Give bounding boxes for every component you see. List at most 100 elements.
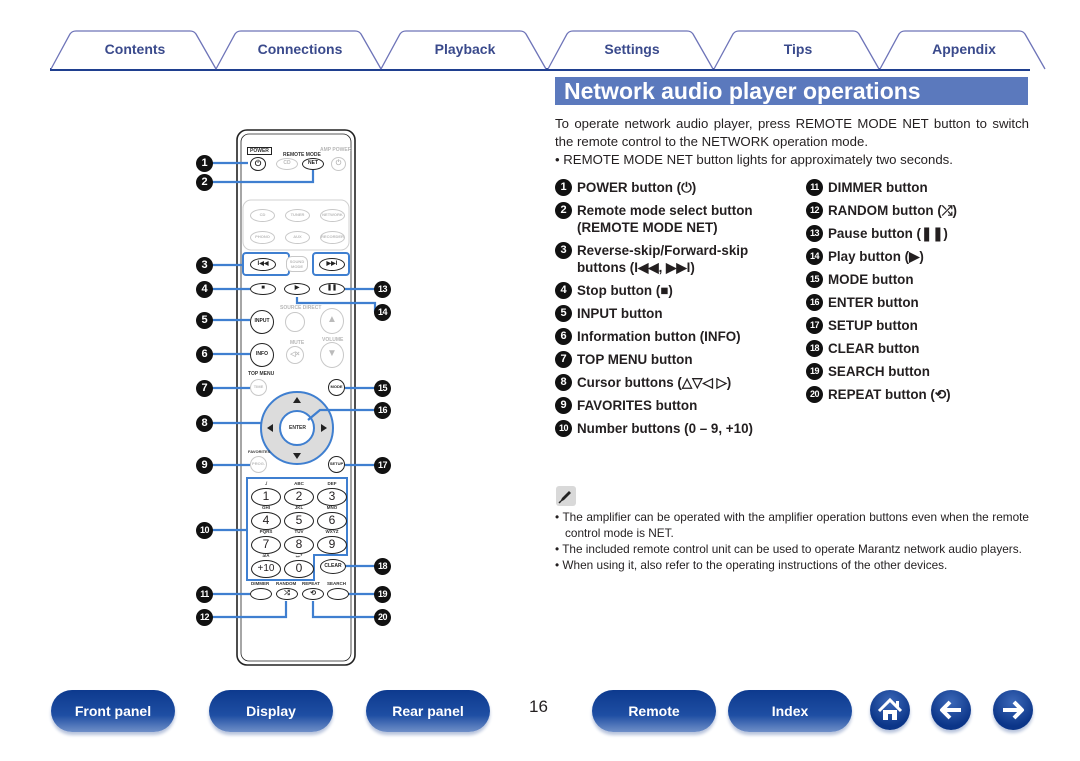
list-item: 20 REPEAT button (⟲): [806, 386, 1031, 403]
note-item: • The included remote control unit can b…: [555, 542, 1022, 556]
forward-button[interactable]: [993, 690, 1033, 730]
number-key[interactable]: 1: [251, 488, 281, 506]
dimmer-label: DIMMER: [251, 581, 270, 586]
volume-up-button[interactable]: ▲: [320, 308, 344, 334]
callout-badge: 16: [374, 402, 391, 419]
amp-power-button[interactable]: ⏻: [331, 157, 346, 171]
mode-button[interactable]: MODE: [328, 379, 345, 396]
callout-badge: 18: [374, 558, 391, 575]
number-key[interactable]: +10: [251, 560, 281, 578]
callout-badge: 2: [196, 174, 213, 191]
intro-text: To operate network audio player, press R…: [555, 115, 1029, 169]
amp-power-label: AMP POWER: [320, 147, 352, 153]
sound-mode-button[interactable]: SOUND MODE: [286, 256, 308, 272]
number-key[interactable]: 0: [284, 560, 314, 578]
number-key[interactable]: 5: [284, 512, 314, 530]
number-key[interactable]: 8: [284, 536, 314, 554]
tab-tips[interactable]: Tips: [713, 30, 883, 70]
volume-down-button[interactable]: ▼: [320, 342, 344, 368]
nav-button-remote[interactable]: Remote: [592, 690, 716, 732]
item-text: Information button (INFO): [577, 329, 741, 344]
top-menu-button[interactable]: TIME: [250, 379, 267, 396]
random-button[interactable]: ⤮: [276, 588, 298, 600]
item-number-badge: 16: [806, 294, 823, 311]
clear-button[interactable]: CLEAR: [320, 559, 346, 574]
callout-badge: 12: [196, 609, 213, 626]
remote-power-label: POWER: [247, 147, 272, 155]
item-number-badge: 12: [806, 202, 823, 219]
top-menu-label: TOP MENU: [248, 371, 275, 377]
section-title: Network audio player operations: [555, 77, 1028, 105]
pause-button[interactable]: ❚❚: [319, 283, 345, 295]
callout-badge: 3: [196, 257, 213, 274]
list-item: 19 SEARCH button: [806, 363, 1031, 380]
source-button-cd[interactable]: CD: [250, 209, 275, 222]
intro-bullet: • REMOTE MODE NET button lights for appr…: [555, 152, 953, 167]
source-button-network[interactable]: NETWORK: [320, 209, 345, 222]
number-key[interactable]: 2: [284, 488, 314, 506]
dimmer-button[interactable]: [250, 588, 272, 600]
source-button-recorder[interactable]: RECORDER: [320, 231, 345, 244]
item-text: MODE button: [828, 272, 914, 287]
list-item: 3 Reverse-skip/Forward-skip buttons (I◀◀,…: [555, 242, 780, 276]
list-item: 6 Information button (INFO): [555, 328, 780, 345]
source-button-tuner[interactable]: TUNER: [285, 209, 310, 222]
number-key[interactable]: 9: [317, 536, 347, 554]
list-item: 15 MODE button: [806, 271, 1031, 288]
nav-button-rear-panel[interactable]: Rear panel: [366, 690, 490, 732]
mute-label: MUTE: [290, 340, 305, 346]
list-item: 17 SETUP button: [806, 317, 1031, 334]
item-text: CLEAR button: [828, 341, 920, 356]
power-button[interactable]: ⏻: [250, 157, 266, 171]
remote-mode-cd-button[interactable]: CD: [276, 158, 298, 170]
search-label: SEARCH: [327, 581, 347, 586]
source-button-aux[interactable]: AUX: [285, 231, 310, 244]
tab-settings[interactable]: Settings: [547, 30, 717, 70]
list-item: 12 RANDOM button (⤮): [806, 202, 1031, 219]
skip-fwd-button[interactable]: ▶▶I: [319, 258, 345, 271]
favorites-button[interactable]: PROG.: [250, 456, 267, 473]
item-number-badge: 20: [806, 386, 823, 403]
item-text: INPUT button: [577, 306, 663, 321]
tab-label: Appendix: [932, 41, 996, 57]
source-direct-button[interactable]: [285, 312, 305, 332]
page-number: 16: [529, 697, 548, 716]
repeat-button[interactable]: ⟲: [302, 588, 324, 600]
number-key[interactable]: 6: [317, 512, 347, 530]
key-sublabel: WXYZ: [325, 529, 339, 534]
number-key[interactable]: 7: [251, 536, 281, 554]
item-number-badge: 15: [806, 271, 823, 288]
key-sublabel: ⌴.*: [295, 553, 303, 558]
item-text: FAVORITES button: [577, 398, 698, 413]
callout-badge: 14: [374, 304, 391, 321]
callout-badge: 13: [374, 281, 391, 298]
note-item: • When using it, also refer to the opera…: [555, 558, 948, 572]
mute-button[interactable]: ◁×: [286, 346, 304, 364]
skip-back-button[interactable]: I◀◀: [250, 258, 276, 271]
number-key[interactable]: 4: [251, 512, 281, 530]
play-button[interactable]: ▶: [284, 283, 310, 295]
enter-button[interactable]: ENTER: [289, 425, 306, 431]
remote-mode-net-button[interactable]: NET: [302, 158, 324, 170]
nav-button-index[interactable]: Index: [728, 690, 852, 732]
info-button[interactable]: INFO: [250, 343, 274, 367]
nav-button-front-panel[interactable]: Front panel: [51, 690, 175, 732]
item-text: POWER button (⏻): [577, 180, 697, 195]
item-text: RANDOM button (⤮): [828, 203, 957, 218]
back-arrow-icon: [940, 700, 961, 720]
source-button-phono[interactable]: PHONO: [250, 231, 275, 244]
back-button[interactable]: [931, 690, 971, 730]
item-number-badge: 14: [806, 248, 823, 265]
setup-button[interactable]: SETUP: [328, 456, 345, 473]
nav-button-display[interactable]: Display: [209, 690, 333, 732]
key-sublabel: MNO: [326, 505, 338, 510]
number-key[interactable]: 3: [317, 488, 347, 506]
search-button[interactable]: [327, 588, 349, 600]
key-sublabel: TUV: [294, 529, 304, 534]
input-button[interactable]: INPUT: [250, 310, 274, 334]
tab-appendix[interactable]: Appendix: [879, 30, 1049, 70]
stop-button[interactable]: ■: [250, 283, 276, 295]
home-icon: [877, 697, 903, 720]
home-button[interactable]: [870, 690, 910, 730]
callout-badge: 1: [196, 155, 213, 172]
